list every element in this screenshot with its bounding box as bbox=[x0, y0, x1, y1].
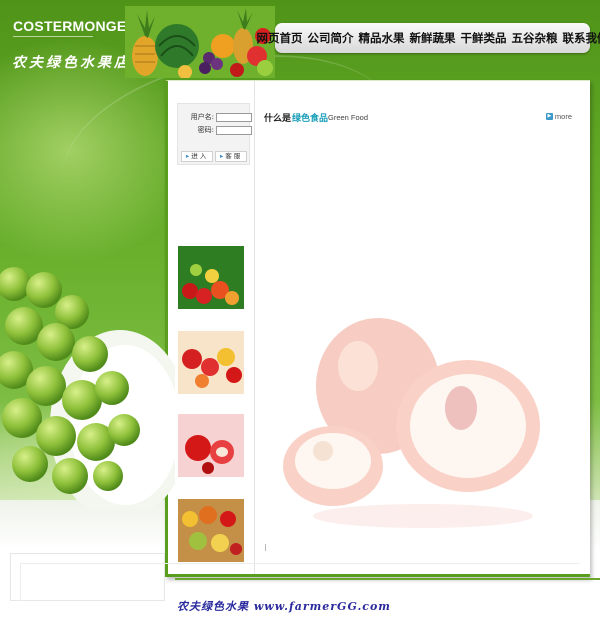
main-content-panel: 用户名: 密码: ▸ 进 入 ▸ 客 服 什么是 绿色食品 Green Food… bbox=[165, 80, 590, 577]
nav-grains[interactable]: 五谷杂粮 bbox=[512, 30, 558, 46]
login-form: 用户名: 密码: ▸ 进 入 ▸ 客 服 bbox=[177, 103, 252, 165]
username-row: 用户名: bbox=[181, 112, 252, 122]
site-logo-english[interactable]: COSTERMONGER bbox=[13, 18, 137, 34]
site-logo-chinese[interactable]: 农夫绿色水果店 bbox=[12, 52, 131, 72]
grape-decoration-image bbox=[0, 267, 175, 510]
product-thumbnail-4[interactable] bbox=[178, 499, 244, 562]
footer-logo[interactable]: 农夫绿色水果 www.farmerGG.com bbox=[177, 598, 391, 614]
login-button[interactable]: ▸ 进 入 bbox=[181, 151, 213, 162]
nav-fruits[interactable]: 精品水果 bbox=[359, 30, 405, 46]
nav-contact[interactable]: 联系我们 bbox=[563, 30, 600, 46]
username-label: 用户名: bbox=[190, 113, 214, 121]
username-input[interactable] bbox=[216, 112, 252, 122]
product-thumbnail-1[interactable] bbox=[178, 246, 244, 309]
password-input[interactable] bbox=[216, 125, 252, 135]
footer-divider bbox=[175, 578, 600, 580]
more-link[interactable]: ▶ more bbox=[545, 112, 572, 121]
nav-dried-goods[interactable]: 干鲜类品 bbox=[461, 30, 507, 46]
fruit-banner-image bbox=[125, 6, 275, 78]
service-button-label: 客 服 bbox=[225, 152, 241, 160]
more-label: more bbox=[554, 112, 572, 121]
section-heading-english: Green Food bbox=[328, 113, 369, 122]
service-button[interactable]: ▸ 客 服 bbox=[215, 151, 247, 162]
left-sidebar: 用户名: 密码: ▸ 进 入 ▸ 客 服 bbox=[168, 81, 255, 574]
main-navigation: 网页首页 公司简介 精品水果 新鲜蔬果 干鲜类品 五谷杂粮 联系我们 bbox=[257, 23, 600, 53]
section-heading-highlight: 绿色食品 bbox=[292, 114, 329, 124]
service-bullet-icon: ▸ bbox=[220, 152, 224, 160]
password-label: 密码: bbox=[197, 126, 214, 134]
login-button-label: 进 入 bbox=[191, 152, 207, 160]
login-bullet-icon: ▸ bbox=[186, 152, 190, 160]
product-thumbnail-3[interactable] bbox=[178, 414, 244, 477]
content-divider-tick bbox=[265, 544, 266, 551]
logo-divider bbox=[13, 36, 93, 37]
nav-about[interactable]: 公司简介 bbox=[308, 30, 354, 46]
arrow-right-icon: ▶ bbox=[545, 113, 553, 120]
nav-home[interactable]: 网页首页 bbox=[257, 30, 303, 46]
nav-fresh-produce[interactable]: 新鲜蔬果 bbox=[410, 30, 456, 46]
password-row: 密码: bbox=[181, 125, 252, 135]
product-thumbnail-2[interactable] bbox=[178, 331, 244, 394]
peach-watermark-image bbox=[283, 318, 540, 528]
footer-frame bbox=[20, 563, 580, 601]
section-heading-prefix: 什么是 bbox=[264, 114, 292, 124]
